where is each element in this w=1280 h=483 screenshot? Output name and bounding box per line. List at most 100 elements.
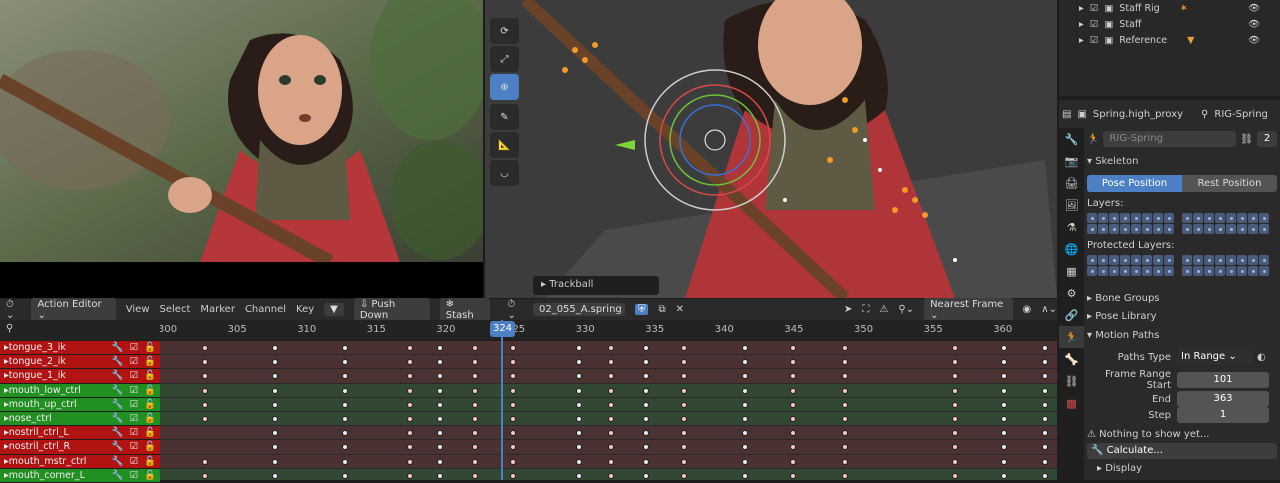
checkbox-icon[interactable]: ☑	[1090, 3, 1099, 14]
keyframe[interactable]	[608, 444, 614, 451]
keyframe[interactable]	[1001, 373, 1007, 380]
keyframe[interactable]	[407, 458, 413, 465]
checkbox-icon[interactable]: ☑	[130, 399, 139, 410]
keyframe[interactable]	[472, 472, 478, 479]
texture-tab-icon[interactable]: ▩	[1059, 392, 1084, 414]
constraint-tab-icon[interactable]: 🔗	[1059, 304, 1084, 326]
keyframe[interactable]	[437, 387, 443, 394]
unlink-icon[interactable]: ✕	[676, 304, 684, 315]
keyframe[interactable]	[681, 345, 687, 351]
keyframe[interactable]	[1042, 458, 1048, 465]
keyframe[interactable]	[790, 430, 796, 437]
channel-row[interactable]: ▸ mouth_mstr_ctrl 🔧 ☑ 🔓	[0, 454, 160, 469]
wrench-icon[interactable]: 🔧	[112, 441, 124, 452]
channel-row[interactable]: ▸ mouth_corner_L 🔧 ☑ 🔓	[0, 468, 160, 483]
channel-row[interactable]: ▸ nostril_ctrl_R 🔧 ☑ 🔓	[0, 440, 160, 455]
keyframe[interactable]	[272, 444, 278, 451]
keyframe[interactable]	[1001, 401, 1007, 408]
keyframe[interactable]	[342, 430, 348, 437]
wrench-icon[interactable]: 🔧	[112, 385, 124, 396]
keyframe[interactable]	[790, 444, 796, 451]
keyframe[interactable]	[272, 458, 278, 465]
keyframe[interactable]	[742, 387, 748, 394]
display-panel[interactable]: ▸ Display	[1087, 463, 1277, 474]
keyframe[interactable]	[608, 387, 614, 394]
keyframe[interactable]	[681, 415, 687, 422]
keyframe[interactable]	[342, 415, 348, 422]
keyframe[interactable]	[202, 415, 208, 422]
keyframe[interactable]	[272, 472, 278, 479]
keyframe[interactable]	[1001, 345, 1007, 351]
channel-row[interactable]: ▸ mouth_up_ctrl 🔧 ☑ 🔓	[0, 397, 160, 412]
keyframe[interactable]	[952, 345, 958, 351]
keyframe[interactable]	[1001, 430, 1007, 437]
channel-row[interactable]: ▸ tongue_3_ik 🔧 ☑ 🔓	[0, 341, 160, 356]
pose-library-panel[interactable]: ▸ Pose Library	[1087, 311, 1277, 322]
keyframe[interactable]	[510, 415, 516, 422]
keyframe[interactable]	[437, 345, 443, 351]
keyframe[interactable]	[342, 401, 348, 408]
keyframe[interactable]	[407, 401, 413, 408]
keyframe[interactable]	[742, 415, 748, 422]
keyframe[interactable]	[202, 359, 208, 366]
checkbox-icon[interactable]: ☑	[130, 427, 139, 438]
paths-type-select[interactable]: In Range ⌄	[1177, 349, 1253, 365]
keyframe[interactable]	[437, 430, 443, 437]
lock-icon[interactable]: 🔓	[144, 470, 156, 481]
keyframe[interactable]	[407, 359, 413, 366]
checkbox-icon[interactable]: ☑	[130, 413, 139, 424]
channel-row[interactable]: ▸ tongue_2_ik 🔧 ☑ 🔓	[0, 355, 160, 370]
keyframe[interactable]	[643, 415, 649, 422]
expand-icon[interactable]: ▸	[1079, 35, 1084, 46]
camera-render-viewport[interactable]	[0, 0, 483, 298]
keyframe[interactable]	[342, 472, 348, 479]
keyframe[interactable]	[952, 401, 958, 408]
lock-icon[interactable]: 🔓	[144, 370, 156, 381]
frame-end-field[interactable]: 363	[1177, 391, 1269, 407]
lock-icon[interactable]: 🔓	[144, 342, 156, 353]
keyframe[interactable]	[742, 359, 748, 366]
keyframe-row[interactable]	[160, 369, 1057, 384]
keyframe[interactable]	[576, 345, 582, 351]
keyframe[interactable]	[790, 345, 796, 351]
frame-start-field[interactable]: 101	[1177, 372, 1269, 388]
keyframe[interactable]	[952, 373, 958, 380]
tool-tab-icon[interactable]: 🔧	[1059, 128, 1084, 150]
keyframe-row[interactable]	[160, 426, 1057, 441]
operator-panel[interactable]: ▸ Trackball	[533, 276, 659, 295]
outliner-row[interactable]: ▸ ☑ ▣ Staff 👁	[1059, 16, 1280, 32]
keyframe[interactable]	[576, 359, 582, 366]
keyframe[interactable]	[510, 458, 516, 465]
keyframe-area[interactable]	[160, 341, 1057, 480]
keyframe[interactable]	[272, 345, 278, 351]
keyframe[interactable]	[272, 401, 278, 408]
keyframe[interactable]	[472, 359, 478, 366]
keyframe[interactable]	[842, 472, 848, 479]
keyframe[interactable]	[472, 373, 478, 380]
keyframe[interactable]	[643, 345, 649, 351]
editor-type-icon[interactable]: ⏱⌄	[6, 299, 21, 321]
channel-row[interactable]: ▸ tongue_1_ik 🔧 ☑ 🔓	[0, 369, 160, 384]
keyframe[interactable]	[437, 444, 443, 451]
outliner-row[interactable]: ▸ ☑ ▣ Staff Rig ✶ 👁	[1059, 0, 1280, 16]
keyframe-row[interactable]	[160, 468, 1057, 480]
keyframe[interactable]	[510, 387, 516, 394]
checkbox-icon[interactable]: ☑	[130, 370, 139, 381]
keyframe[interactable]	[407, 345, 413, 351]
keyframe-row[interactable]	[160, 397, 1057, 412]
keyframe[interactable]	[437, 472, 443, 479]
keyframe[interactable]	[608, 373, 614, 380]
keyframe[interactable]	[681, 373, 687, 380]
keyframe[interactable]	[342, 345, 348, 351]
wrench-icon[interactable]: 🔧	[112, 399, 124, 410]
stash-button[interactable]: ❄ Stash	[439, 297, 490, 322]
keyframe[interactable]	[643, 387, 649, 394]
keyframe[interactable]	[681, 444, 687, 451]
action-name-field[interactable]: 02_055_A.spring	[532, 303, 625, 316]
keyframe[interactable]	[202, 387, 208, 394]
keyframe[interactable]	[472, 444, 478, 451]
checkbox-icon[interactable]: ☑	[130, 385, 139, 396]
checkbox-icon[interactable]: ☑	[1090, 19, 1099, 30]
keyframe[interactable]	[643, 444, 649, 451]
keyframe[interactable]	[510, 401, 516, 408]
